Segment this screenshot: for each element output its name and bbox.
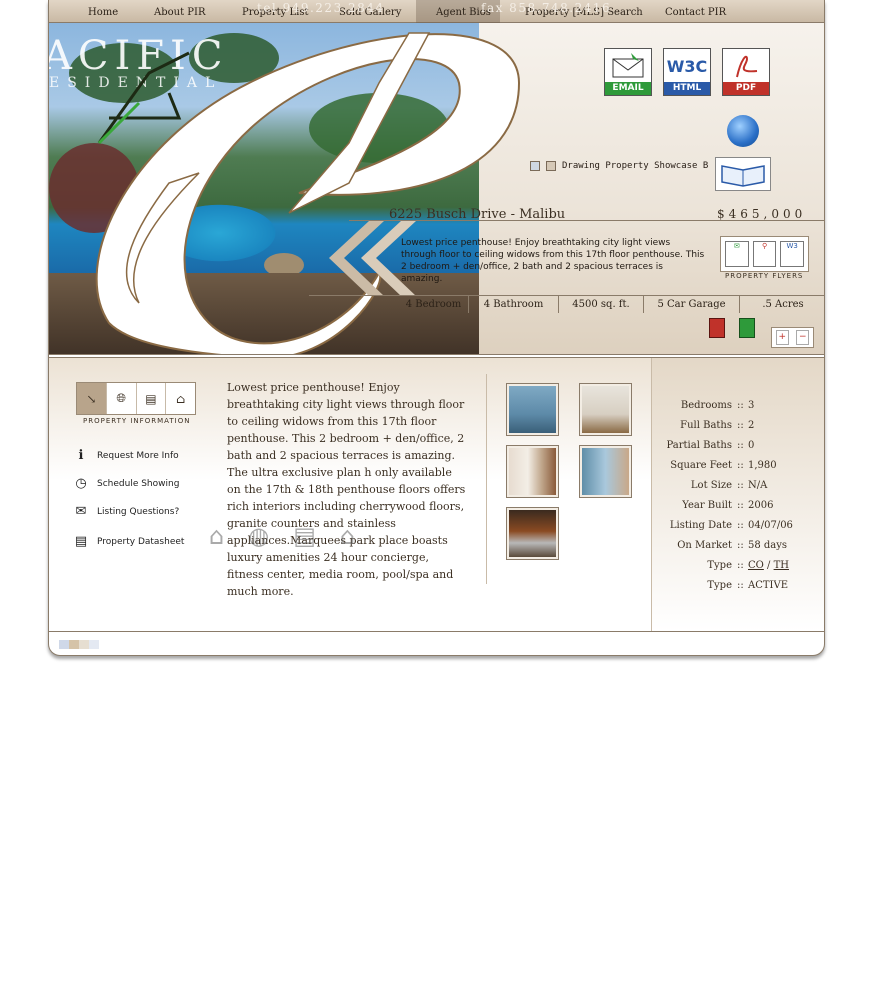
hover-tab-icons: ⌂ ◍ ▤ ⌂: [209, 522, 355, 550]
nav-home[interactable]: Home: [88, 7, 118, 18]
property-flyers-label: PROPERTY FLYERS: [725, 272, 804, 280]
phone-number: tel 949.223.2844: [257, 1, 385, 15]
showcase-bar: Drawing Property Showcase B: [530, 161, 708, 171]
stat-sqft: 4500 sq. ft.: [559, 296, 644, 313]
tab-photos[interactable]: ↘: [77, 383, 107, 414]
tab-map[interactable]: 🌐︎: [107, 383, 137, 414]
email-flyer-icon[interactable]: EMAIL: [604, 48, 652, 96]
schedule-showing-link[interactable]: ◷ Schedule Showing: [73, 476, 179, 492]
page-frame: Home About PIR Property List Sold Galler…: [48, 0, 825, 656]
datasheet-icon: ▤: [74, 534, 88, 549]
brochure-book-icon[interactable]: [715, 157, 771, 191]
type-th-link[interactable]: TH: [774, 560, 789, 571]
type-co-link[interactable]: CO: [748, 560, 764, 571]
stat-bedrooms: 4 Bedroom: [399, 296, 469, 313]
thumbnail-2[interactable]: [579, 383, 632, 436]
property-info-section: ↘ 🌐︎ ▤ ⌂ PROPERTY INFORMATION ℹ Request …: [49, 358, 824, 631]
info-icon: ℹ: [78, 448, 84, 463]
red-document-icon[interactable]: [709, 318, 725, 338]
showcase-next-button[interactable]: [546, 161, 556, 171]
showcase-ticker: Drawing Property Showcase B: [562, 161, 709, 171]
showcase-prev-button[interactable]: [530, 161, 540, 171]
details-ghost-icon: ▤: [293, 522, 316, 550]
html-flyer-icon[interactable]: W3C HTML: [663, 48, 711, 96]
request-info-link[interactable]: ℹ Request More Info: [73, 448, 179, 464]
thumbnail-4[interactable]: [579, 445, 632, 498]
listing-status: ACTIVE: [748, 580, 789, 591]
logo-wordmark: ACIFIC: [48, 33, 229, 79]
stat-acres: .5 Acres: [762, 299, 804, 310]
home-icon: ⌂: [209, 522, 225, 550]
listing-questions-link[interactable]: ✉ Listing Questions?: [73, 504, 180, 520]
green-document-icon[interactable]: [739, 318, 755, 338]
pdf-flyer-icon[interactable]: PDF: [722, 48, 770, 96]
globe-icon[interactable]: [727, 115, 759, 147]
flyer-pdf-icon[interactable]: ⚲: [752, 241, 777, 267]
zoom-in-button[interactable]: +: [775, 330, 789, 345]
globe-ghost-icon: ◍: [248, 522, 270, 550]
flyer-html-icon[interactable]: W3: [780, 241, 805, 267]
logo-subline: ESIDENTIAL: [49, 75, 223, 91]
neighborhood-ghost-icon: ⌂: [339, 522, 356, 550]
property-description: Lowest price penthouse! Enjoy breathtaki…: [227, 381, 466, 598]
info-tabs: ↘ 🌐︎ ▤ ⌂: [76, 382, 196, 415]
color-swatches: [59, 640, 99, 649]
property-facts-panel: Bedrooms:: 3 Full Baths:: 2 Partial Baths:…: [651, 358, 824, 631]
flyer-email-icon[interactable]: ✉: [725, 241, 749, 267]
thumbnail-1[interactable]: [506, 383, 559, 436]
stat-garage: 5 Car Garage: [644, 296, 740, 313]
clock-icon: ◷: [75, 476, 87, 491]
tab-neighborhood[interactable]: ⌂: [166, 383, 195, 414]
envelope-icon: ✉: [75, 504, 87, 519]
property-information-label: PROPERTY INFORMATION: [83, 417, 191, 425]
thumbnail-5[interactable]: [506, 507, 559, 560]
stat-bathrooms: 4 Bathroom: [469, 296, 559, 313]
hero-banner: ACIFIC ESIDENTIAL EMAIL W3C HTML PDF Dra…: [48, 23, 824, 358]
property-stats-bar: 4 Bedroom 4 Bathroom 4500 sq. ft. 5 Car …: [309, 295, 824, 313]
tab-details[interactable]: ▤: [137, 383, 167, 414]
zoom-controls: + −: [771, 327, 814, 348]
property-datasheet-link[interactable]: ▤ Property Datasheet: [73, 534, 185, 550]
property-flyers-box: ✉ ⚲ W3: [720, 236, 809, 272]
zoom-out-button[interactable]: −: [796, 330, 810, 345]
fax-number: fax 858.748.2416: [481, 1, 612, 15]
nav-contact[interactable]: Contact PIR: [665, 7, 726, 18]
thumbnail-3[interactable]: [506, 445, 559, 498]
property-price: $465,000: [717, 207, 807, 221]
listing-blurb: Lowest price penthouse! Enjoy breathtaki…: [401, 238, 705, 284]
top-nav: Home About PIR Property List Sold Galler…: [49, 0, 824, 23]
nav-about[interactable]: About PIR: [154, 7, 206, 18]
